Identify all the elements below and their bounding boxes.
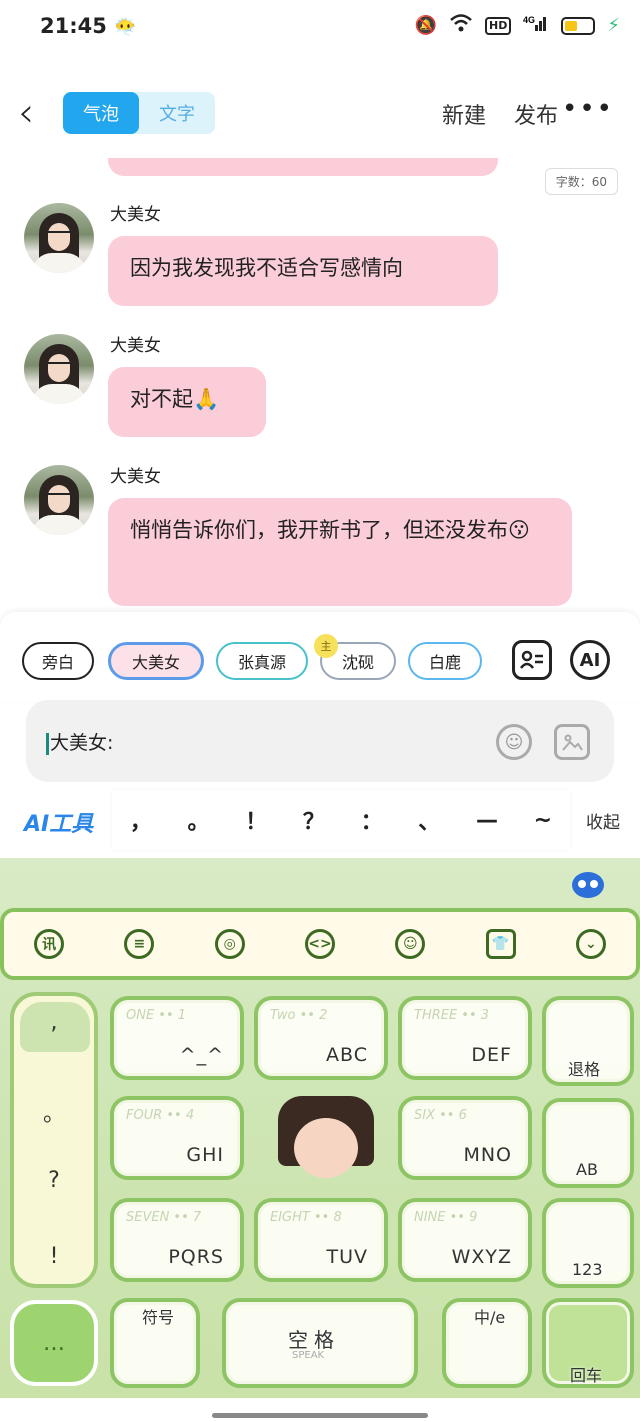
status-emoji-icon: 😶‍🌫️ — [114, 17, 137, 38]
space-key[interactable]: 空格 SPEAK — [222, 1298, 418, 1388]
tab-bubble[interactable]: 气泡 — [63, 92, 139, 134]
speaker-selector: 旁白 大美女 张真源 沈砚 主 白鹿 AI — [0, 612, 640, 702]
sender-name: 大美女 — [110, 205, 161, 225]
keyboard-toolbar: 讯 ≡ ◎ <> ☺ 👕 ⌄ — [0, 908, 640, 980]
side-punct-column[interactable]: , 。 ? ! — [10, 992, 98, 1288]
signal-icon: 4G — [523, 14, 549, 37]
punct-key[interactable]: ： — [361, 804, 383, 836]
key-8[interactable]: EIGHT •• 8 TUV — [254, 1198, 388, 1282]
avatar[interactable] — [24, 465, 94, 535]
ai-button[interactable]: AI — [570, 640, 610, 680]
key-3[interactable]: THREE •• 3 DEF — [398, 996, 532, 1080]
punctuation-row: AI工具 ， 。 ！ ？ ： 、 — ~ 收起 — [0, 790, 640, 850]
backspace-key[interactable]: 退格 — [542, 996, 634, 1086]
character-card-icon[interactable] — [512, 640, 552, 680]
message-input[interactable]: 大美女: ☺ — [26, 700, 614, 782]
microphone-icon[interactable]: ◎ — [214, 929, 245, 959]
status-time: 21:45 — [40, 14, 107, 38]
back-chevron-icon[interactable]: ‹ — [18, 90, 34, 136]
previous-bubble[interactable] — [108, 158, 498, 176]
word-count-badge: 字数：60 — [544, 168, 618, 195]
tab-text[interactable]: 文字 — [139, 92, 215, 134]
punct-key[interactable]: ， — [130, 804, 152, 836]
side-punct[interactable]: ? — [14, 1168, 94, 1193]
ab-key[interactable]: AB — [542, 1098, 634, 1188]
new-button[interactable]: 新建 — [442, 98, 486, 130]
punctuation-strip: ， 。 ！ ？ ： 、 — ~ — [112, 790, 570, 850]
xunfei-icon[interactable]: 讯 — [34, 929, 65, 959]
input-value: 大美女: — [50, 732, 114, 754]
key-1[interactable]: ONE •• 1 ^_^ — [110, 996, 244, 1080]
mute-bell-icon: 🔕 — [414, 15, 438, 36]
key-6[interactable]: SIX •• 6 MNO — [398, 1096, 532, 1180]
punct-key[interactable]: ？ — [303, 804, 325, 836]
home-indicator[interactable] — [212, 1413, 428, 1418]
publish-button[interactable]: 发布 — [514, 98, 558, 130]
hd-badge: HD — [485, 16, 512, 35]
symbol-key[interactable]: 符号 — [110, 1298, 200, 1388]
number-key[interactable]: 123 — [542, 1198, 634, 1288]
key-7[interactable]: SEVEN •• 7 PQRS — [110, 1198, 244, 1282]
ifly-mascot-icon[interactable] — [572, 872, 604, 898]
keyboard-layout-icon[interactable]: ≡ — [124, 929, 155, 959]
owner-badge: 主 — [314, 634, 338, 658]
cursor-move-icon[interactable]: <> — [304, 929, 335, 959]
image-icon[interactable] — [554, 724, 590, 760]
speaker-chip-narrator[interactable]: 旁白 — [22, 642, 94, 680]
sender-name: 大美女 — [110, 467, 161, 487]
avatar[interactable] — [24, 203, 94, 273]
hide-keyboard-chevron-icon[interactable]: ⌄ — [575, 929, 606, 959]
text-cursor — [46, 732, 49, 755]
enter-key[interactable]: 回车 — [542, 1298, 634, 1388]
status-bar: 21:45 😶‍🌫️ 🔕 HD 4G ⚡ — [0, 0, 640, 60]
svg-text:4G: 4G — [523, 15, 535, 25]
punct-key[interactable]: ！ — [245, 804, 267, 836]
message-bubble[interactable]: 因为我发现我不适合写感情向 — [108, 236, 498, 306]
side-punct[interactable]: ! — [14, 1244, 94, 1269]
message-bubble[interactable]: 悄悄告诉你们，我开新书了，但还没发布😗 — [108, 498, 572, 606]
side-punct[interactable]: 。 — [14, 1096, 94, 1128]
key-4[interactable]: FOUR •• 4 GHI — [110, 1096, 244, 1180]
skin-shirt-icon[interactable]: 👕 — [485, 929, 516, 959]
top-header: ‹ 气泡 文字 新建 发布 ••• — [0, 80, 640, 150]
ai-tools-button[interactable]: AI工具 — [24, 806, 93, 838]
more-key[interactable]: … — [10, 1300, 98, 1386]
punct-key[interactable]: ~ — [534, 808, 552, 833]
battery-icon — [561, 16, 596, 35]
key-9[interactable]: NINE •• 9 WXYZ — [398, 1198, 532, 1282]
chat-area: 字数：60 大美女 因为我发现我不适合写感情向 大美女 对不起🙏 大美女 悄悄告… — [0, 158, 640, 610]
sender-name: 大美女 — [110, 336, 161, 356]
keyboard: 讯 ≡ ◎ <> ☺ 👕 ⌄ , 。 ? ! ONE •• 1 ^_^ Two … — [0, 858, 640, 1398]
punct-key[interactable]: — — [476, 808, 498, 833]
key-2[interactable]: Two •• 2 ABC — [254, 996, 388, 1080]
speaker-chip[interactable]: 张真源 — [216, 642, 308, 680]
mode-segment: 气泡 文字 — [63, 92, 215, 134]
avatar[interactable] — [24, 334, 94, 404]
emoji-icon[interactable]: ☺ — [496, 724, 532, 760]
emoji-face-icon[interactable]: ☺ — [395, 929, 426, 959]
side-punct[interactable]: , — [14, 1010, 94, 1035]
language-switch-key[interactable]: 中/e — [442, 1298, 532, 1388]
key-5-character[interactable] — [270, 1096, 380, 1196]
punct-key[interactable]: 、 — [418, 804, 440, 836]
wifi-icon — [449, 14, 473, 37]
charging-icon: ⚡ — [607, 15, 620, 36]
punct-key[interactable]: 。 — [188, 804, 210, 836]
message-bubble[interactable]: 对不起🙏 — [108, 367, 266, 437]
speaker-chip[interactable]: 白鹿 — [408, 642, 482, 680]
status-icons: 🔕 HD 4G ⚡ — [415, 14, 620, 37]
collapse-button[interactable]: 收起 — [586, 808, 620, 833]
speaker-chip-selected[interactable]: 大美女 — [108, 642, 204, 680]
more-icon[interactable]: ••• — [562, 94, 614, 124]
